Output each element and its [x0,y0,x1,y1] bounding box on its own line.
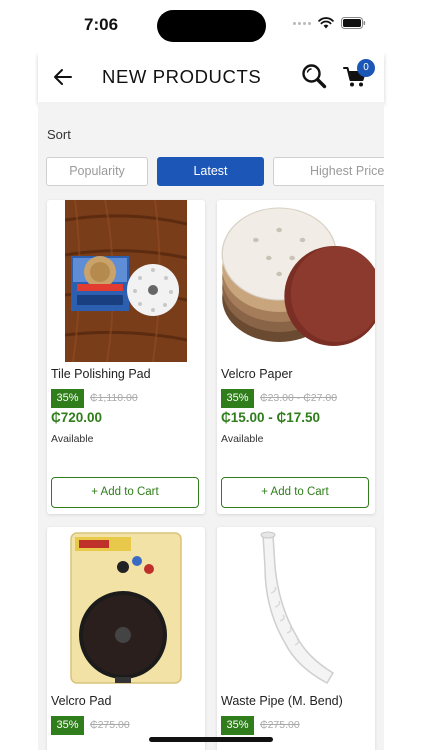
product-card[interactable]: Waste Pipe (M. Bend) 35% ₵275.00 [217,527,375,750]
sort-popularity-chip[interactable]: Popularity [46,157,148,186]
wifi-icon [318,17,334,29]
discount-badge: 35% [51,389,84,408]
status-bar: 7:06 [0,0,422,50]
sort-label: Sort [47,127,71,142]
discount-badge: 35% [221,716,254,735]
product-name[interactable]: Waste Pipe (M. Bend) [221,694,343,708]
product-card[interactable]: Velcro Pad 35% ₵275.00 [47,527,205,750]
product-name[interactable]: Velcro Paper [221,367,293,381]
app-header: NEW PRODUCTS 0 [38,52,384,102]
battery-icon [341,17,366,29]
original-price: ₵275.00 [260,719,300,731]
product-image-waste-pipe[interactable] [235,527,357,689]
product-image-velcro-pad[interactable] [65,527,187,689]
discount-badge: 35% [221,389,254,408]
product-list-area: Sort Popularity Latest Highest Price Til… [38,102,384,750]
product-name[interactable]: Velcro Pad [51,694,111,708]
cart-count-badge: 0 [357,59,375,77]
status-time: 7:06 [84,15,119,34]
original-price: ₵275.00 [90,719,130,731]
home-indicator[interactable] [149,737,273,742]
product-image-tile-polishing-pad[interactable] [65,200,187,362]
add-to-cart-button[interactable]: + Add to Cart [51,477,199,508]
product-image-velcro-paper[interactable] [217,200,375,362]
original-price: ₵1,110.00 [90,392,138,404]
original-price: ₵23.00 - ₵27.00 [260,392,338,404]
sort-latest-chip[interactable]: Latest [157,157,264,186]
add-to-cart-button[interactable]: + Add to Cart [221,477,369,508]
cellular-signal-icon [293,21,311,25]
sale-price: ₵720.00 [51,410,103,425]
dynamic-island [157,10,266,42]
sale-price: ₵15.00 - ₵17.50 [221,410,321,425]
page-title: NEW PRODUCTS [102,66,262,87]
product-card[interactable]: Tile Polishing Pad 35% ₵1,110.00 ₵720.00… [47,200,205,514]
product-card[interactable]: Velcro Paper 35% ₵23.00 - ₵27.00 ₵15.00 … [217,200,375,514]
discount-badge: 35% [51,716,84,735]
status-icons [293,17,366,29]
search-icon[interactable] [301,63,327,89]
sort-highest-price-chip[interactable]: Highest Price [273,157,384,186]
back-arrow-icon[interactable] [52,66,74,88]
availability-status: Available [51,433,94,445]
availability-status: Available [221,433,264,445]
product-name[interactable]: Tile Polishing Pad [51,367,151,381]
